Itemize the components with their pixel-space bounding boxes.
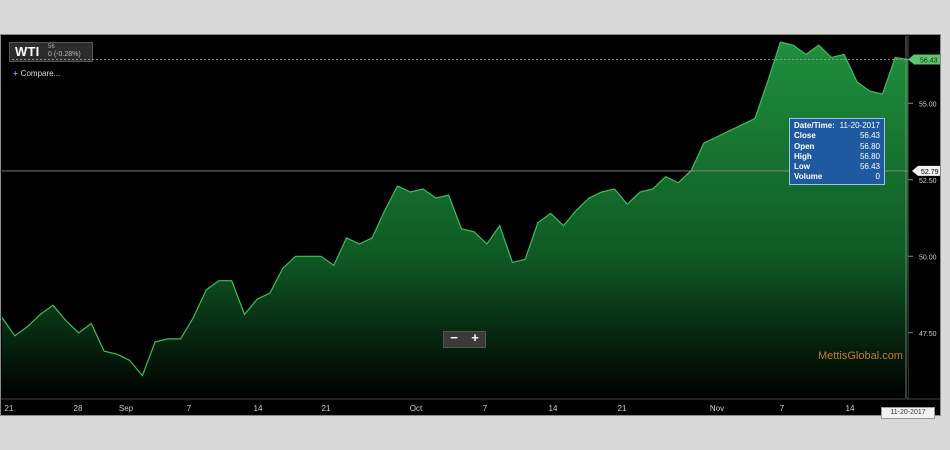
x-tick-label: 28	[74, 404, 83, 413]
tooltip-row: Volume 0	[794, 172, 880, 182]
y-tick-label: 47.50	[919, 331, 937, 338]
zoom-controls: − +	[443, 330, 486, 348]
tooltip-key: Close	[794, 131, 816, 141]
tooltip-key: Open	[794, 141, 815, 151]
price-chart[interactable]: 56.43 52.79 47.50 50.00 52.50 55.00 21 28 Sep 7 1…	[0, 0, 950, 450]
tooltip-row: Open 56.80	[794, 142, 880, 152]
x-tick-label: 21	[5, 404, 14, 413]
x-tick-label: Oct	[410, 404, 423, 413]
x-tick-label: 7	[483, 404, 488, 413]
tooltip-value: 56.43	[859, 131, 880, 141]
x-tick-label: 14	[254, 404, 263, 413]
x-tick-label: 14	[846, 404, 855, 413]
tooltip-row: High 56.80	[794, 152, 880, 162]
tooltip-row: Date/Time: 11-20-2017	[794, 121, 880, 131]
tooltip-key: Volume	[794, 172, 823, 182]
x-tick-label: Sep	[119, 404, 134, 413]
x-tick-label: 21	[618, 404, 627, 413]
watermark: MettisGlobal.com	[818, 350, 903, 362]
data-tooltip: Date/Time: 11-20-2017 Close 56.43 Open 56.80 H…	[789, 118, 885, 185]
y-tick-label: 50.00	[919, 254, 937, 261]
zoom-out-button[interactable]: −	[444, 330, 464, 345]
tooltip-row: Low 56.43	[794, 162, 880, 172]
tooltip-value: 0	[875, 172, 880, 182]
y-tick-label: 55.00	[919, 101, 937, 108]
zoom-in-button[interactable]: +	[465, 330, 485, 345]
tooltip-value: 56.80	[859, 141, 880, 151]
x-tick-label: 21	[322, 404, 331, 413]
x-tick-label: 7	[187, 404, 192, 413]
tooltip-value: 11-20-2017	[839, 121, 880, 130]
tooltip-key: Date/Time:	[794, 121, 835, 130]
tooltip-key: Low	[794, 162, 810, 172]
x-tick-label: 7	[780, 404, 785, 413]
tooltip-row: Close 56.43	[794, 131, 880, 141]
x-tick-label: 14	[549, 404, 558, 413]
crosshair-label: 52.79	[921, 169, 939, 176]
tooltip-value: 56.43	[859, 162, 880, 172]
tooltip-value: 56.80	[859, 151, 880, 161]
date-badge: 11-20-2017	[881, 407, 935, 419]
y-tick-label: 52.50	[919, 178, 937, 185]
x-tick-label: Nov	[710, 404, 724, 413]
last-price-label: 56.43	[920, 58, 938, 65]
tooltip-key: High	[794, 151, 812, 161]
